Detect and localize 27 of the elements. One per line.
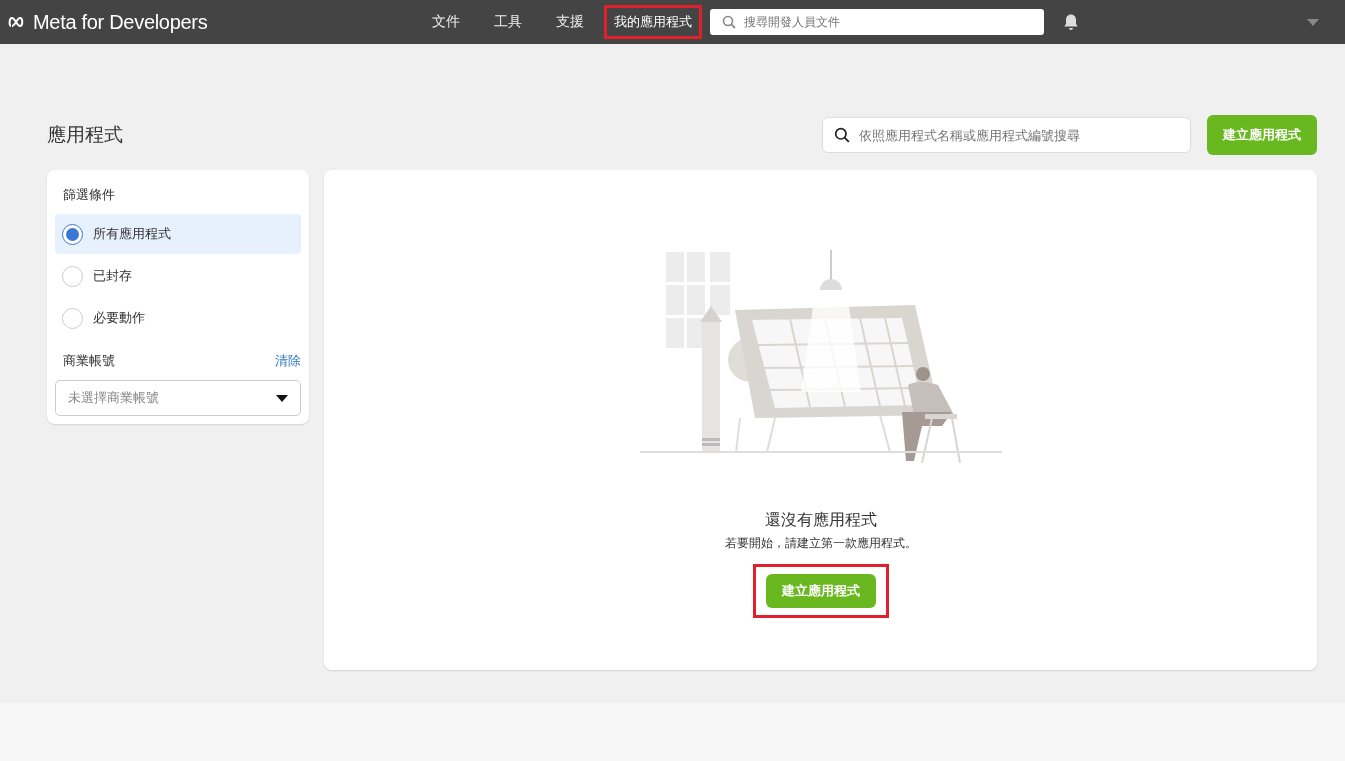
filter-option[interactable]: 已封存 — [55, 256, 301, 296]
nav-link[interactable]: 我的應用程式 — [604, 5, 702, 39]
filter-option-label: 必要動作 — [93, 309, 145, 327]
filter-option[interactable]: 所有應用程式 — [55, 214, 301, 254]
nav-link[interactable]: 工具 — [480, 3, 536, 41]
radio-button[interactable] — [62, 307, 83, 329]
empty-state-subtitle: 若要開始，請建立第一款應用程式。 — [724, 535, 917, 552]
nav-link[interactable]: 文件 — [418, 3, 474, 41]
filter-option[interactable]: 必要動作 — [55, 298, 301, 338]
dropdown-placeholder: 未選擇商業帳號 — [68, 389, 159, 407]
radio-button[interactable] — [62, 265, 83, 287]
filter-title: 篩選條件 — [62, 186, 116, 204]
docs-search-field[interactable]: 搜尋開發人員文件 — [710, 9, 1044, 35]
clear-link[interactable]: 清除 — [275, 352, 301, 370]
bell-icon[interactable] — [1062, 13, 1080, 31]
business-account-label: 商業帳號 — [63, 352, 115, 370]
page-title: 應用程式 — [47, 122, 123, 147]
caret-icon[interactable] — [1307, 18, 1319, 26]
app-search-field[interactable]: 依照應用程式名稱或應用程式編號搜尋 — [822, 117, 1191, 153]
site-logo-text[interactable]: Meta for Developers — [33, 10, 208, 34]
caret-icon — [276, 394, 288, 402]
filter-option-label: 所有應用程式 — [93, 225, 171, 243]
filter-option-label: 已封存 — [93, 267, 132, 285]
nav-link[interactable]: 支援 — [542, 3, 598, 41]
empty-state-title: 還沒有應用程式 — [764, 510, 877, 531]
radio-button[interactable] — [62, 223, 83, 245]
business-account-dropdown[interactable]: 未選擇商業帳號 — [55, 380, 301, 416]
